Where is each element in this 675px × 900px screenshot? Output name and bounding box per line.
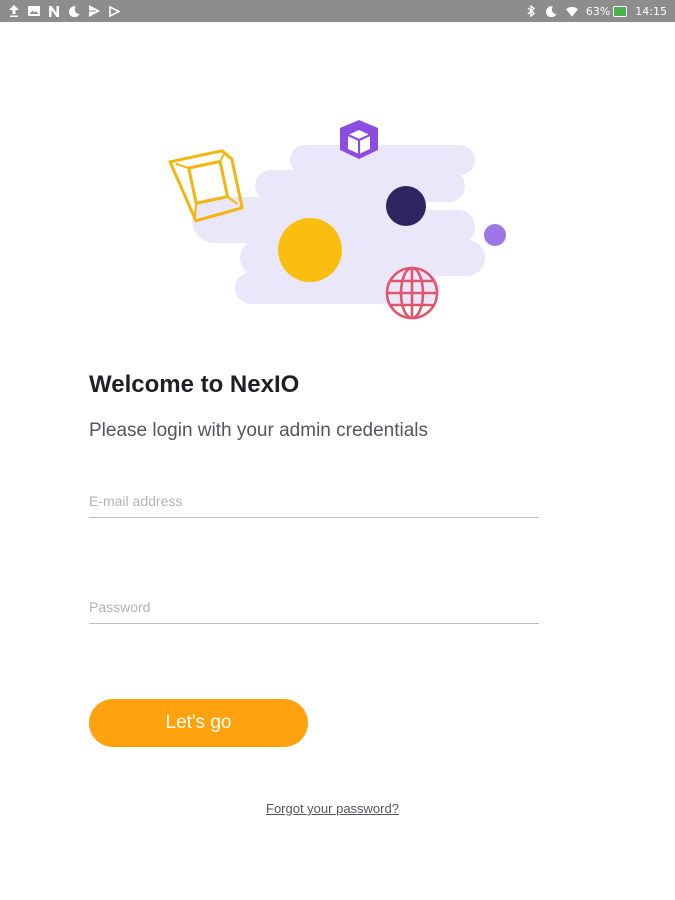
battery-icon [613, 5, 628, 17]
notification-n-icon [48, 5, 60, 17]
hero-illustration [168, 120, 506, 320]
bluetooth-icon [526, 5, 538, 17]
moon-icon [68, 5, 80, 17]
yellow-circle [278, 218, 342, 282]
upload-icon [8, 5, 20, 17]
globe-icon [385, 266, 439, 320]
battery-percent: 63% [585, 4, 611, 18]
status-bar: 63% 14:15 [0, 0, 675, 22]
forgot-password-link[interactable]: Forgot your password? [266, 801, 399, 816]
image-icon [28, 5, 40, 17]
purple-dot [484, 224, 506, 246]
status-bar-notifications [8, 5, 120, 17]
email-field[interactable] [89, 484, 539, 518]
password-field[interactable] [89, 590, 539, 624]
status-bar-system: 63% 14:15 [526, 5, 667, 18]
wifi-icon [565, 5, 578, 17]
navy-circle [386, 186, 426, 226]
page-subtitle: Please login with your admin credentials [89, 420, 429, 441]
cloud-shape [192, 145, 485, 304]
media-icon [108, 5, 120, 17]
login-button[interactable]: Let's go [89, 699, 308, 747]
moon-icon [546, 5, 558, 17]
page-title: Welcome to NexIO [89, 371, 300, 398]
play-store-icon [88, 5, 100, 17]
battery-indicator: 63% [585, 4, 628, 18]
clock: 14:15 [635, 4, 667, 18]
